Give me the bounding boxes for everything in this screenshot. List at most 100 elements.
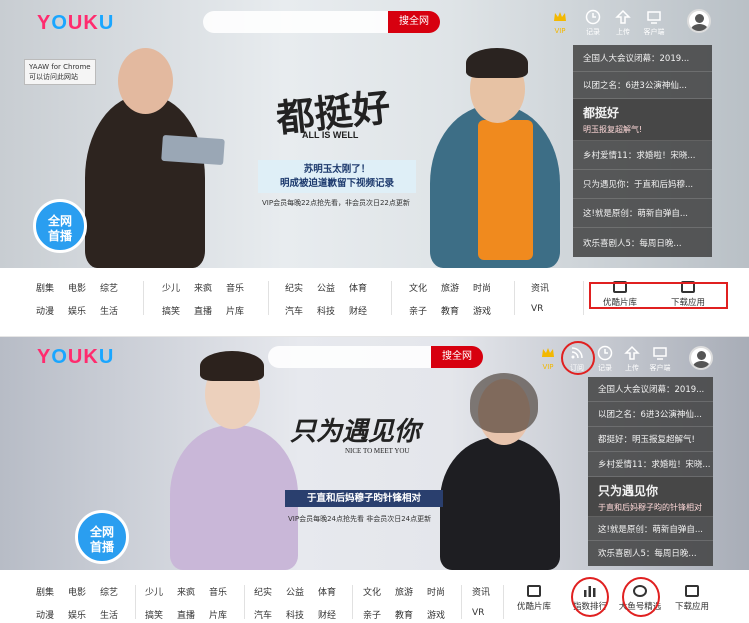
nav-icon-label: 指数排行 xyxy=(572,602,607,612)
nav-link[interactable]: 直播 xyxy=(177,608,209,621)
ranking-link[interactable]: 指数排行 xyxy=(564,585,616,612)
nav-link[interactable]: 音乐 xyxy=(209,585,241,598)
side-item[interactable]: 欢乐喜剧人5：每周日晚... xyxy=(588,541,713,565)
nav-link[interactable]: 科技 xyxy=(317,304,349,317)
nav-link[interactable]: 旅游 xyxy=(441,281,473,294)
youku-logo[interactable]: YOUKU xyxy=(37,12,114,35)
nav-link[interactable]: 电影 xyxy=(68,585,100,598)
tagline-line-1: 苏明玉太刚了！ xyxy=(303,164,371,175)
history-label: 记录 xyxy=(598,364,612,372)
search-input[interactable] xyxy=(268,346,433,368)
nav-link[interactable]: 资讯 xyxy=(531,281,563,294)
nav-link[interactable]: 体育 xyxy=(318,585,350,598)
side-item[interactable]: 欢乐喜剧人5：每周日晚... xyxy=(573,228,712,257)
nav-link[interactable]: 汽车 xyxy=(254,608,286,621)
nav-link[interactable]: 资讯 xyxy=(472,585,504,598)
nav-link[interactable]: 纪实 xyxy=(254,585,286,598)
nav-link[interactable]: 来疯 xyxy=(177,585,209,598)
monitor-icon xyxy=(647,11,661,24)
nav-link[interactable]: 音乐 xyxy=(226,281,258,294)
nav-link[interactable]: 时尚 xyxy=(473,281,505,294)
nav-link[interactable]: 剧集 xyxy=(36,281,68,294)
side-item[interactable]: 全国人大会议闭幕：2019... xyxy=(573,45,712,72)
vip-update-note: VIP会员每晚22点抢先看，非会员次日22点更新 xyxy=(262,199,410,207)
nav-link[interactable]: 少儿 xyxy=(162,281,194,294)
nav-link[interactable]: 游戏 xyxy=(473,304,505,317)
search-all-button[interactable]: 搜全网 xyxy=(431,346,483,368)
download-app-link[interactable]: 下载应用 xyxy=(662,281,714,308)
nav-link[interactable]: 公益 xyxy=(286,585,318,598)
nav-link[interactable]: 动漫 xyxy=(36,608,68,621)
nav-link[interactable]: 亲子 xyxy=(363,608,395,621)
nav-link[interactable]: 财经 xyxy=(318,608,350,621)
dayu-picks-link[interactable]: 大鱼号精选 xyxy=(614,585,666,612)
download-app-link[interactable]: 下载应用 xyxy=(666,585,718,612)
vip-button[interactable]: VIP xyxy=(547,9,573,35)
side-item[interactable]: 全国人大会议闭幕：2019... xyxy=(588,377,713,402)
nav-link[interactable]: 生活 xyxy=(100,608,132,621)
upload-label: 上传 xyxy=(625,364,639,372)
nav-link[interactable]: 动漫 xyxy=(36,304,68,317)
nav-link[interactable]: 游戏 xyxy=(427,608,459,621)
nav-link[interactable]: 文化 xyxy=(363,585,395,598)
side-item[interactable]: 这!就是原创：萌新自弹自... xyxy=(573,199,712,228)
nav-link[interactable]: 娱乐 xyxy=(68,608,100,621)
monitor-icon xyxy=(685,585,699,597)
side-item[interactable]: 乡村爱情11：求婚啦！宋晓... xyxy=(588,452,713,477)
history-button[interactable]: 记录 xyxy=(580,9,606,37)
side-item[interactable]: 乡村爱情11：求婚啦！宋晓... xyxy=(573,141,712,170)
nav-link[interactable]: 教育 xyxy=(441,304,473,317)
nav-link[interactable]: 电影 xyxy=(68,281,100,294)
nav-link[interactable]: 旅游 xyxy=(395,585,427,598)
nav-link[interactable]: 公益 xyxy=(317,281,349,294)
nav-link[interactable]: 片库 xyxy=(226,304,258,317)
nav-link[interactable]: 纪实 xyxy=(285,281,317,294)
nav-link[interactable]: 财经 xyxy=(349,304,381,317)
nav-link[interactable]: VR xyxy=(531,304,563,314)
side-item[interactable]: 以团之名：6进3公演神仙... xyxy=(588,402,713,427)
nav-link[interactable]: 科技 xyxy=(286,608,318,621)
nav-link[interactable]: 搞笑 xyxy=(145,608,177,621)
side-item[interactable]: 只为遇见你：于直和后妈穆... xyxy=(573,170,712,199)
nav-link[interactable]: VR xyxy=(472,608,504,618)
user-avatar[interactable] xyxy=(689,346,713,370)
vip-button[interactable]: VIP xyxy=(535,345,561,371)
nav-link[interactable]: 教育 xyxy=(395,608,427,621)
nav-group-3: 纪实 公益 体育 汽车 科技 财经 xyxy=(285,281,381,317)
nav-link[interactable]: 综艺 xyxy=(100,281,132,294)
nav-link[interactable]: 片库 xyxy=(209,608,241,621)
nav-link[interactable]: 时尚 xyxy=(427,585,459,598)
youku-library-link[interactable]: 优酷片库 xyxy=(594,281,646,308)
side-item[interactable]: 这!就是原创：萌新自弹自... xyxy=(588,517,713,541)
nav-link[interactable]: 直播 xyxy=(194,304,226,317)
nav-link[interactable]: 搞笑 xyxy=(162,304,194,317)
side-item-active[interactable]: 都挺好 明玉报复超解气! xyxy=(573,99,712,141)
nav-link[interactable]: 综艺 xyxy=(100,585,132,598)
nav-link[interactable]: 娱乐 xyxy=(68,304,100,317)
subscribe-button[interactable]: 订阅 xyxy=(564,345,590,373)
client-button[interactable]: 客户端 xyxy=(647,345,673,373)
nav-link[interactable]: 亲子 xyxy=(409,304,441,317)
nav-link[interactable]: 体育 xyxy=(349,281,381,294)
side-item-active[interactable]: 只为遇见你 于直和后妈穆子昀的针锋相对 xyxy=(588,477,713,517)
upload-button[interactable]: 上传 xyxy=(610,9,636,37)
nav-link[interactable]: 剧集 xyxy=(36,585,68,598)
search-input[interactable] xyxy=(203,11,390,33)
client-button[interactable]: 客户端 xyxy=(641,9,667,37)
search-all-button[interactable]: 搜全网 xyxy=(388,11,440,33)
youku-library-link[interactable]: 优酷片库 xyxy=(508,585,560,612)
nav-link[interactable]: 生活 xyxy=(100,304,132,317)
side-item[interactable]: 都挺好：明玉报复超解气! xyxy=(588,427,713,452)
divider xyxy=(514,281,515,315)
nav-link[interactable]: 少儿 xyxy=(145,585,177,598)
nav-link[interactable]: 来疯 xyxy=(194,281,226,294)
side-item[interactable]: 以团之名：6进3公演神仙... xyxy=(573,72,712,99)
youku-logo[interactable]: YOUKU xyxy=(37,346,114,369)
nav-link[interactable]: 文化 xyxy=(409,281,441,294)
nav-link[interactable]: 汽车 xyxy=(285,304,317,317)
nav-group-2: 少儿 来疯 音乐 搞笑 直播 片库 xyxy=(162,281,258,317)
history-button[interactable]: 记录 xyxy=(592,345,618,373)
nav-group-4: 文化 旅游 时尚 亲子 教育 游戏 xyxy=(409,281,505,317)
upload-button[interactable]: 上传 xyxy=(619,345,645,373)
user-avatar[interactable] xyxy=(687,9,711,33)
